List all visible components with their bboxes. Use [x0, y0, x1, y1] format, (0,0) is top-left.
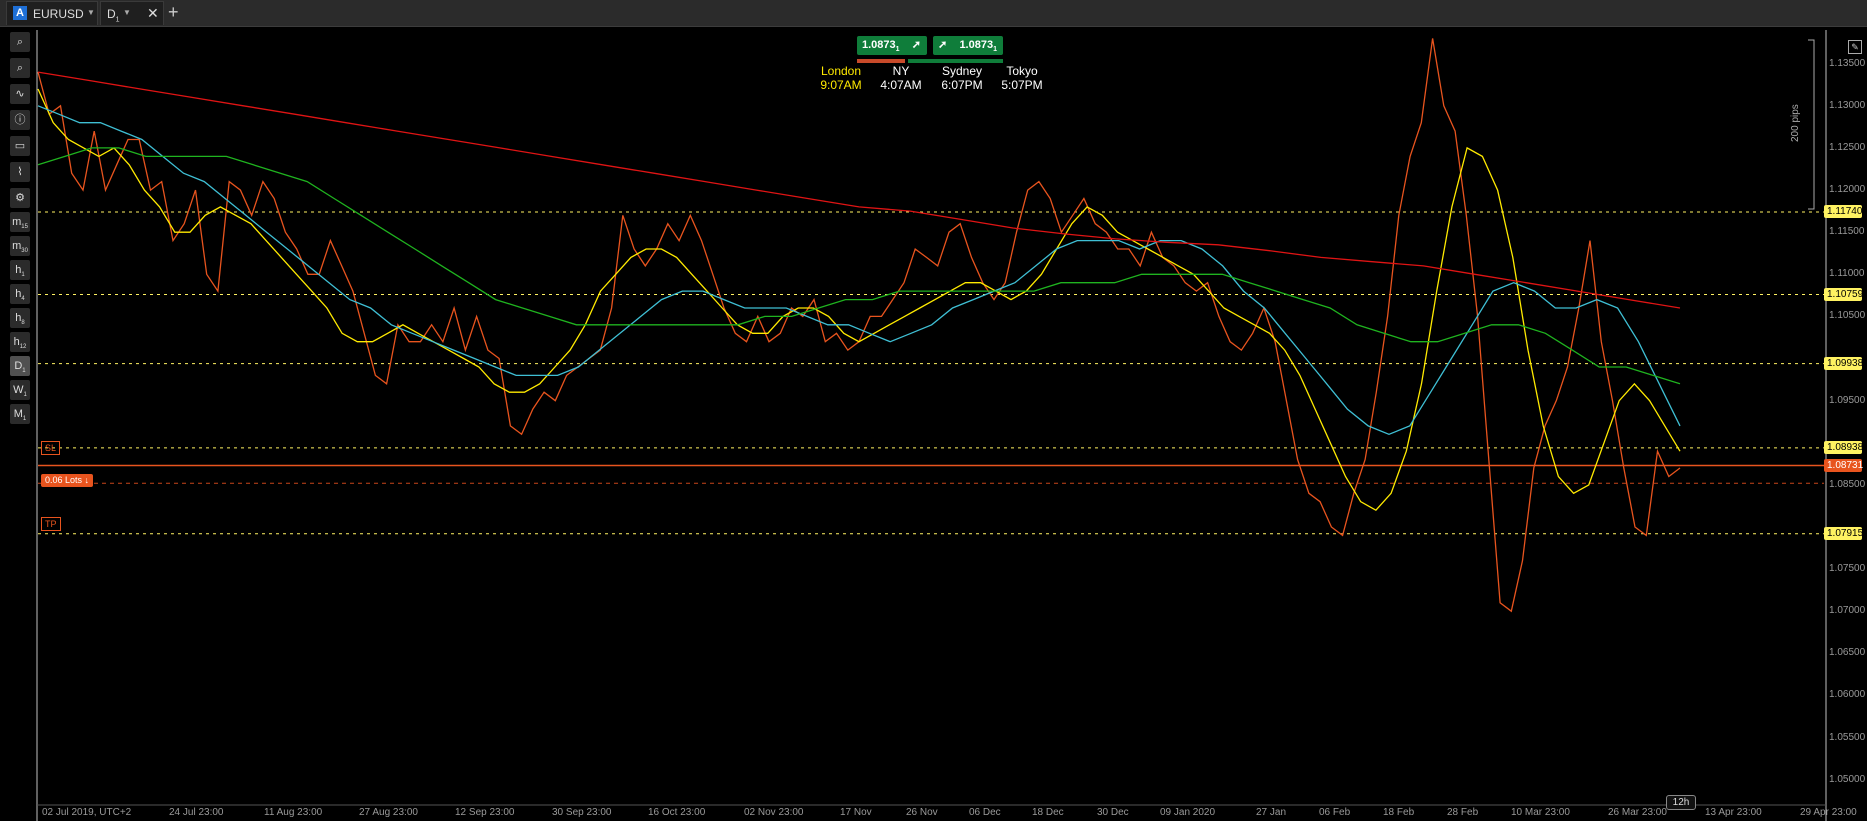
date-tick: 27 Aug 23:00 — [359, 807, 418, 818]
session-time: 4:07AM — [880, 78, 922, 92]
date-tick: 12 Sep 23:00 — [455, 807, 515, 818]
add-tab-icon[interactable]: + — [168, 2, 179, 22]
app-logo-icon: A — [13, 6, 27, 20]
date-tick: 06 Feb — [1319, 807, 1351, 818]
timeframe-button-m30[interactable]: m30 — [10, 236, 30, 256]
price-tick: 1.08500 — [1829, 478, 1866, 490]
left-toolbar: ⌕ ⌕ ∿ ⓘ ▭ ⌇ ⚙ m15 m30 h1 h4 h8 h12 D1 W1 M1 — [8, 32, 34, 462]
price-tick: 1.06500 — [1829, 647, 1866, 659]
price-tick: 1.09500 — [1829, 394, 1866, 406]
buy-price: 1.08731 — [959, 39, 997, 54]
tab-timeframe[interactable]: D1 ▼ ✕ — [100, 1, 164, 25]
date-tick: 16 Oct 23:00 — [648, 807, 706, 818]
stop-loss-tag[interactable]: SL — [41, 441, 61, 455]
timeframe-button-h12[interactable]: h12 — [10, 332, 30, 352]
chevron-down-icon[interactable]: ▼ — [87, 8, 95, 17]
price-tick: 1.10500 — [1829, 310, 1866, 322]
date-tick: 29 Apr 23:00 — [1800, 807, 1857, 818]
date-tick: 09 Jan 2020 — [1160, 807, 1216, 818]
price-series — [37, 38, 1681, 613]
series-line-2 — [37, 105, 1681, 436]
price-tick: 1.11500 — [1829, 226, 1865, 238]
chart-canvas[interactable] — [0, 26, 1867, 821]
take-profit-tag[interactable]: TP — [41, 517, 61, 531]
date-tick: 27 Jan — [1256, 807, 1287, 818]
session-name: Tokyo — [1006, 64, 1038, 78]
buy-button[interactable]: ➚ 1.08731 — [933, 36, 1003, 55]
date-tick: 30 Sep 23:00 — [552, 807, 612, 818]
price-tick: 1.05500 — [1829, 731, 1866, 743]
date-tick: 30 Dec — [1097, 807, 1129, 818]
timeframe-button-D1[interactable]: D1 — [10, 356, 30, 376]
price-tick: 1.12500 — [1829, 141, 1866, 153]
date-tick: 02 Nov 23:00 — [744, 807, 804, 818]
date-tick: 26 Mar 23:00 — [1608, 807, 1667, 818]
spread-bar-sell — [857, 59, 905, 63]
chart-type-icon[interactable]: ▭ — [10, 136, 30, 156]
chevron-down-icon[interactable]: ▼ — [123, 8, 131, 17]
spread-bar-buy — [908, 59, 1003, 63]
edit-icon[interactable]: ✎ — [1848, 40, 1862, 54]
zoom-in-icon[interactable]: ⌕ — [10, 32, 30, 52]
arrow-up-right-icon: ➚ — [938, 39, 948, 51]
position-lots-tag[interactable]: 0.06 Lots ↓ — [41, 474, 94, 487]
price-tick: 1.06000 — [1829, 689, 1866, 701]
price-tick: 1.12000 — [1829, 184, 1866, 196]
arrow-up-right-icon: ➚ — [911, 39, 921, 51]
chart-frame — [36, 30, 1827, 821]
level-price-label[interactable]: 1.10759 — [1824, 287, 1863, 301]
date-tick: 02 Jul 2019, UTC+2 — [42, 807, 132, 818]
level-price-label[interactable]: 1.09938 — [1824, 356, 1863, 370]
series-line-4 — [37, 71, 1681, 309]
date-tick: 17 Nov — [840, 807, 872, 818]
pips-ruler — [1808, 39, 1815, 210]
date-tick: 28 Feb — [1447, 807, 1479, 818]
zoom-out-icon[interactable]: ⌕ — [10, 58, 30, 78]
price-tick: 1.13500 — [1829, 57, 1866, 69]
session-tokyo: Tokyo 5:07PM — [987, 64, 1057, 92]
price-tick: 1.07000 — [1829, 605, 1866, 617]
close-icon[interactable]: ✕ — [147, 5, 159, 22]
session-ny: NY 4:07AM — [866, 64, 936, 92]
tab-eurusd[interactable]: A EURUSD ▼ — [6, 1, 98, 25]
indicators-icon[interactable]: ∿ — [10, 84, 30, 104]
timeframe-button-h1[interactable]: h1 — [10, 260, 30, 280]
date-tick: 24 Jul 23:00 — [169, 807, 224, 818]
level-price-label[interactable]: 1.07915 — [1824, 526, 1863, 540]
timeframe-badge: 12h — [1666, 795, 1696, 810]
arrow-down-icon: ↓ — [84, 475, 90, 485]
timeframe-button-h8[interactable]: h8 — [10, 308, 30, 328]
settings-icon[interactable]: ⚙ — [10, 188, 30, 208]
session-time: 5:07PM — [1001, 78, 1043, 92]
date-tick: 18 Dec — [1032, 807, 1064, 818]
pips-ruler-label: 200 pips — [1790, 104, 1801, 142]
timeframe-button-m15[interactable]: m15 — [10, 212, 30, 232]
price-tick: 1.05000 — [1829, 773, 1866, 785]
date-tick: 11 Aug 23:00 — [264, 807, 323, 818]
date-tick: 13 Apr 23:00 — [1705, 807, 1762, 818]
tab-eurusd-label: EURUSD — [33, 7, 84, 21]
session-name: NY — [892, 64, 910, 78]
date-tick: 06 Dec — [969, 807, 1001, 818]
price-tick: 1.11000 — [1829, 268, 1865, 280]
timeframe-button-W1[interactable]: W1 — [10, 380, 30, 400]
price-tick: 1.07500 — [1829, 563, 1866, 575]
series-line-0 — [37, 38, 1681, 613]
series-line-3 — [37, 147, 1681, 385]
level-price-label[interactable]: 1.11740 — [1824, 204, 1862, 218]
date-tick: 26 Nov — [906, 807, 938, 818]
tab-timeframe-label: D1 — [107, 7, 120, 24]
sell-button[interactable]: 1.08731 ➚ — [857, 36, 927, 55]
timeframe-button-h4[interactable]: h4 — [10, 284, 30, 304]
price-tick: 1.13000 — [1829, 99, 1866, 111]
timeframe-button-M1[interactable]: M1 — [10, 404, 30, 424]
tab-bar: A EURUSD ▼ D1 ▼ ✕ + — [0, 0, 1867, 27]
drawing-icon[interactable]: ⌇ — [10, 162, 30, 182]
current-price-label: 1.08731 — [1824, 458, 1863, 472]
info-icon[interactable]: ⓘ — [10, 110, 30, 130]
level-price-label[interactable]: 1.08938 — [1824, 440, 1863, 454]
sell-price: 1.08731 — [862, 39, 900, 54]
date-tick: 10 Mar 23:00 — [1511, 807, 1570, 818]
date-tick: 18 Feb — [1383, 807, 1415, 818]
